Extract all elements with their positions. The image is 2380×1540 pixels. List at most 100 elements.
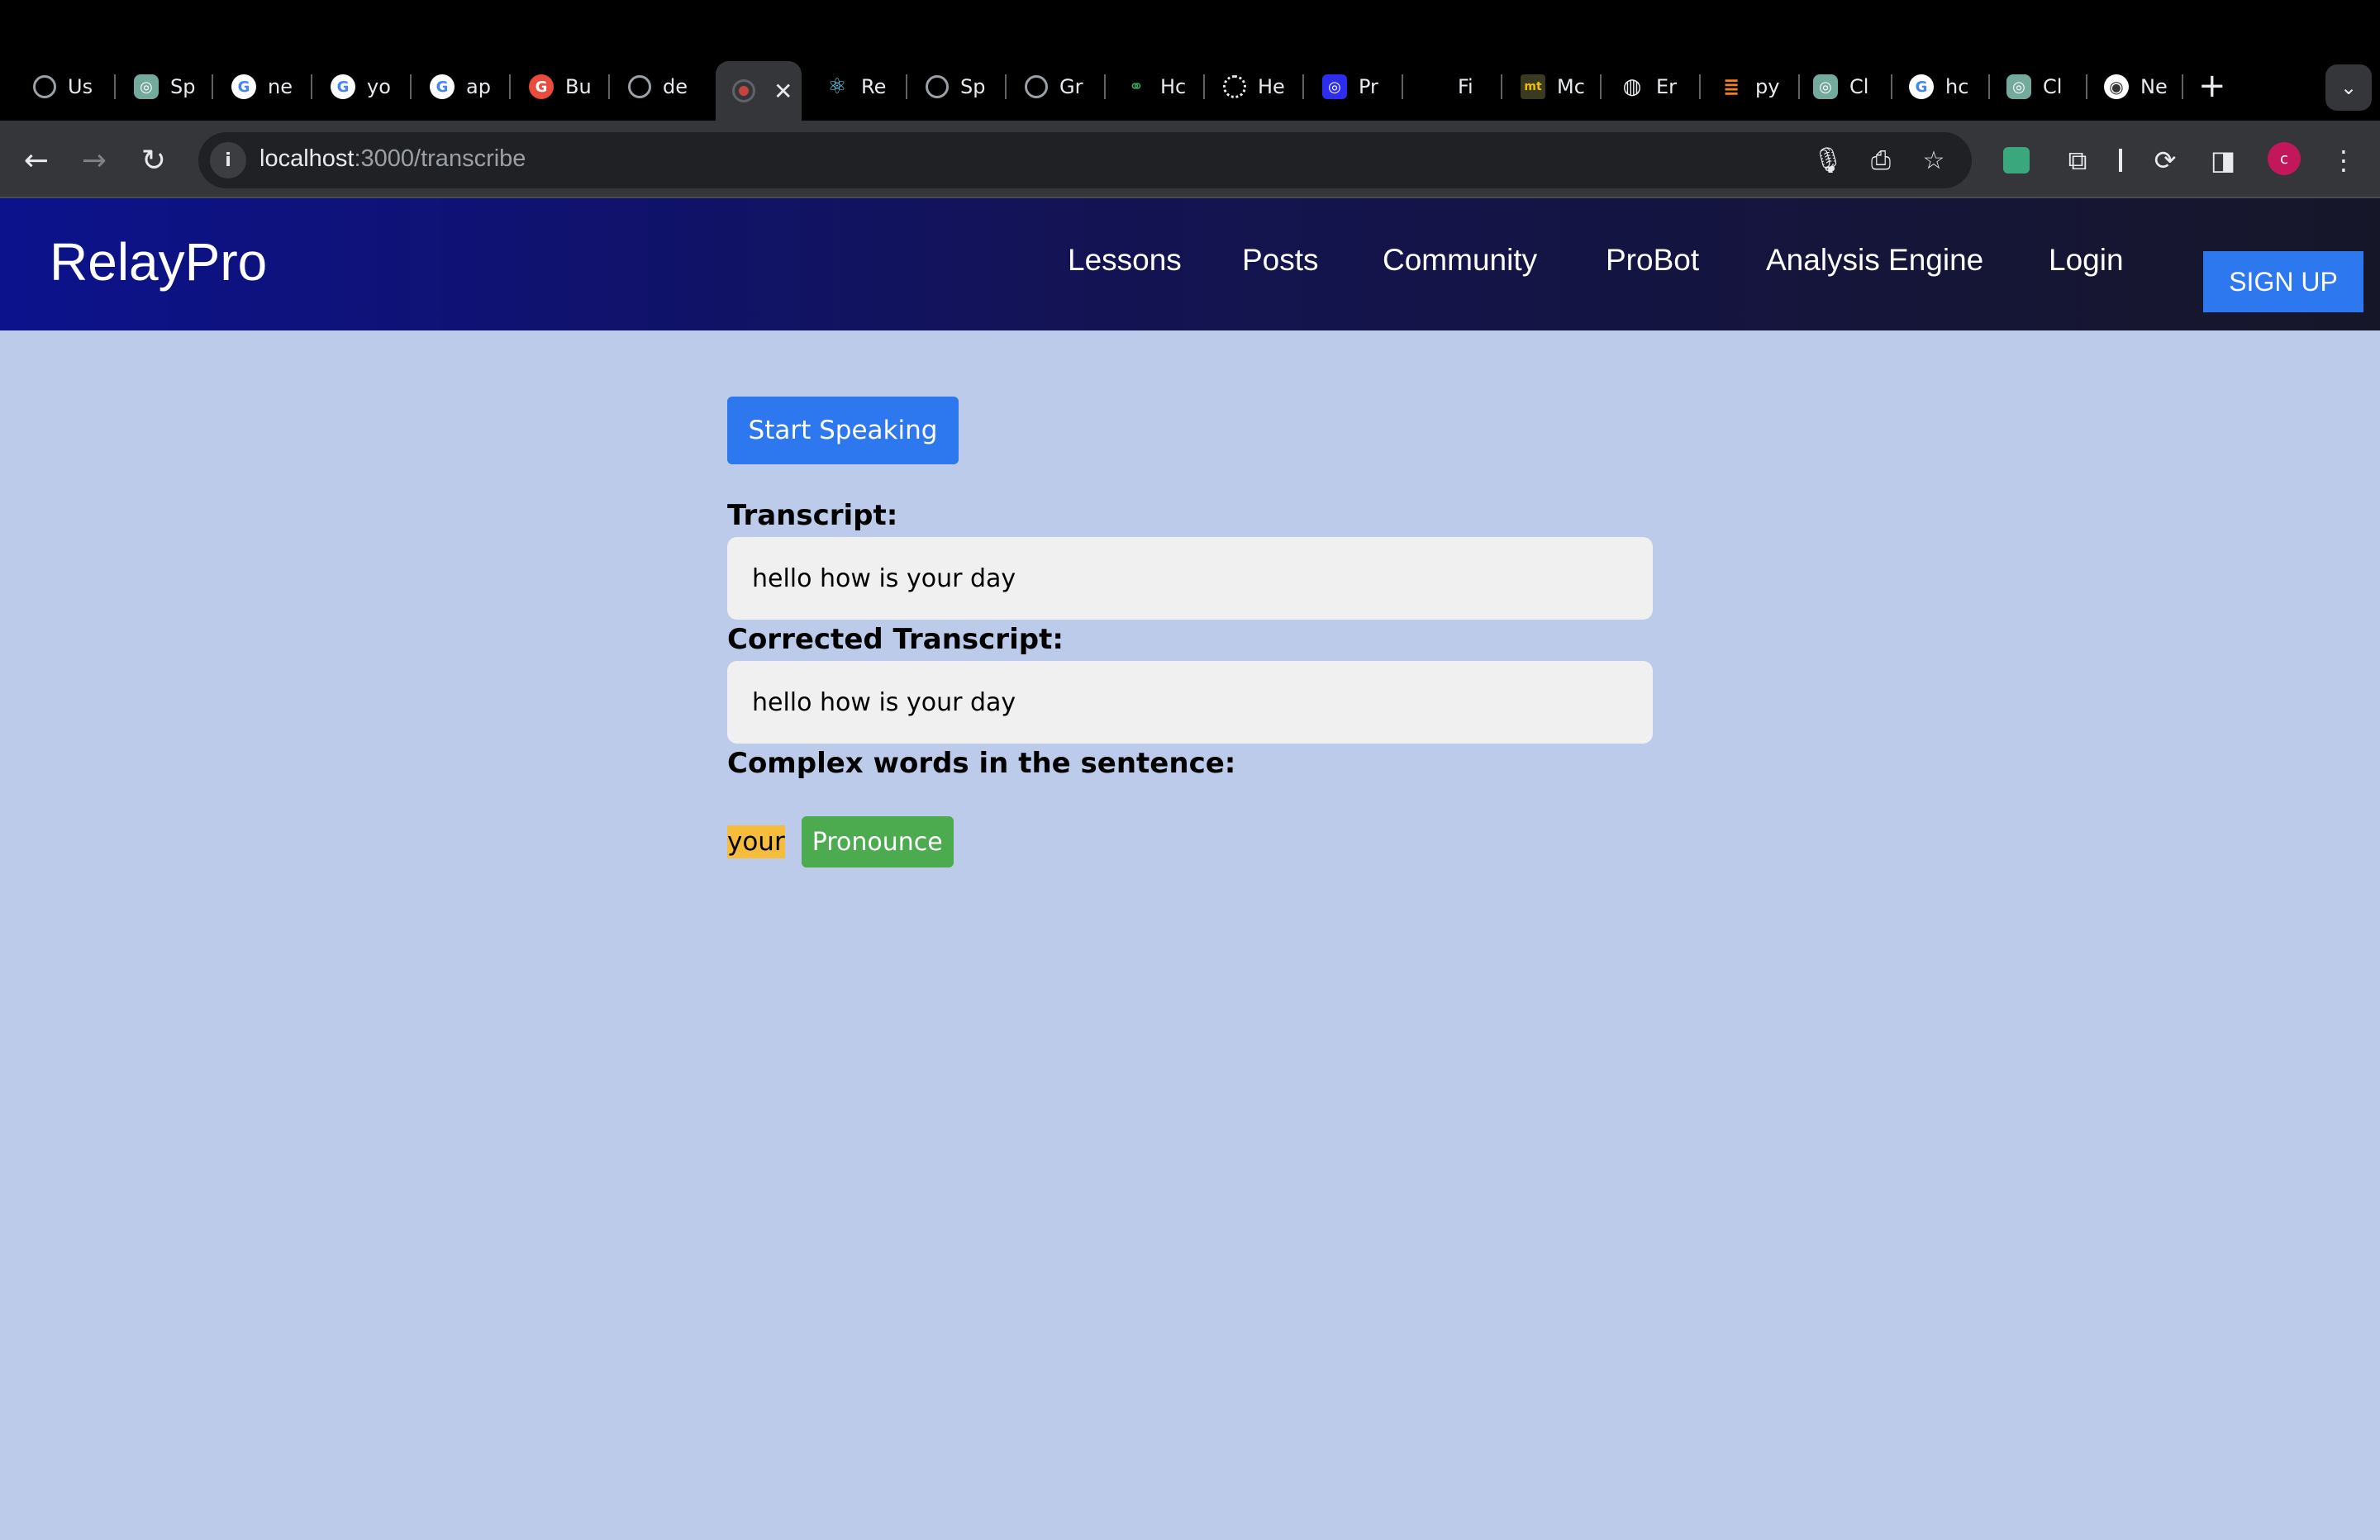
nav-posts[interactable]: Posts [1242,243,1319,278]
stackoverflow-icon: ≣ [1722,75,1740,98]
sign-up-button[interactable]: SIGN UP [2203,251,2363,312]
nav-lessons[interactable]: Lessons [1068,243,1182,278]
tab-divider [1501,74,1502,99]
tab-divider [1891,74,1892,99]
browser-tab[interactable]: He [1223,66,1286,107]
chatgpt-extension-icon[interactable] [1997,140,2036,180]
microphone-icon[interactable]: 🎙 [1811,144,1844,177]
tab-divider [2182,74,2183,99]
avatar[interactable]: c [2268,142,2301,175]
new-tab-button[interactable]: + [2198,68,2226,104]
google-icon: G [231,74,256,99]
pronounce-button[interactable]: Pronounce [801,816,954,867]
tab-divider [212,74,213,99]
mt-icon: mt [1521,74,1545,99]
more-menu-icon[interactable]: ⋮ [2324,140,2363,180]
address-bar[interactable]: i localhost:3000/transcribe 🎙 ⎙ ☆ [198,132,1972,188]
chatgpt-icon [1025,75,1048,98]
back-arrow-icon[interactable]: ← [17,140,56,180]
tab-divider [2086,74,2087,99]
browser-tab[interactable]: ◍ Er [1620,66,1684,107]
tab-label: Re [861,75,887,98]
link-icon: ⚭ [1128,76,1145,97]
browser-tab[interactable]: G Bu [529,66,593,107]
browser-tab[interactable]: G ap [430,66,494,107]
browser-tab[interactable]: Sp [926,66,988,107]
browser-tab[interactable]: G yo [331,66,395,107]
chatgpt-icon [628,75,651,98]
tab-divider [1104,74,1106,99]
browser-tab[interactable]: Us [33,66,96,107]
chatgpt-icon: ◎ [2006,74,2031,99]
recording-icon [732,79,755,102]
browser-tab[interactable]: ◎ Cl [2006,66,2071,107]
tab-label: Us [68,75,93,98]
browser-tab-strip: Us ◎ Sp G ne G yo G ap G Bu de ✕ ⚛ Re Sp [0,0,2380,121]
tab-divider [1988,74,1990,99]
browser-tab[interactable]: Gr [1025,66,1088,107]
react-icon: ⚛ [827,74,847,99]
forward-arrow-icon[interactable]: → [74,140,114,180]
performance-icon[interactable]: ⟳ [2145,140,2185,180]
tab-divider [410,74,412,99]
browser-tab[interactable]: G hc [1909,66,1973,107]
url-host: localhost [259,145,355,172]
browser-tab[interactable]: Fi [1421,66,1486,107]
browser-tab[interactable]: ≣ py [1719,66,1783,107]
bookmark-star-icon[interactable]: ☆ [1917,144,1950,177]
grammarly-icon: G [529,74,554,99]
tab-divider [1798,74,1800,99]
tab-label: ne [268,75,293,98]
tab-label: Pr [1359,75,1378,98]
site-info-icon[interactable]: i [210,142,246,178]
nav-community[interactable]: Community [1383,243,1537,278]
browser-tab[interactable]: ◎ Cl [1813,66,1878,107]
start-speaking-button[interactable]: Start Speaking [727,397,959,464]
chatgpt-icon [926,75,949,98]
brand-logo[interactable]: RelayPro [50,231,267,292]
browser-tab[interactable]: ◎ Sp [134,66,198,107]
url-text[interactable]: localhost:3000/transcribe [259,145,526,173]
chrome-icon: ◉ [2104,74,2129,99]
corrected-transcript-box: hello how is your day [727,661,1653,744]
browser-tab[interactable]: mt Mc [1521,66,1585,107]
tab-label: de [663,75,688,98]
tab-divider [114,74,116,99]
tab-label: Mc [1557,75,1585,98]
chatgpt-icon [33,75,56,98]
openai-icon: ◎ [1322,74,1347,99]
extensions-puzzle-icon[interactable]: ⧉ [2058,140,2097,180]
tab-divider [906,74,907,99]
nav-analysis-engine[interactable]: Analysis Engine [1766,243,1983,278]
tab-divider [1005,74,1007,99]
tab-label: py [1755,75,1780,98]
browser-tab[interactable]: de [628,66,691,107]
toolbar-divider [2119,149,2122,172]
tab-label: Hc [1160,75,1187,98]
browser-tab[interactable]: ⚛ Re [825,66,889,107]
browser-tab[interactable]: ◎ Pr [1322,66,1387,107]
reload-icon[interactable]: ↻ [134,140,174,180]
corrected-transcript-label: Corrected Transcript: [727,623,1064,656]
chevron-down-icon[interactable]: ⌄ [2325,64,2372,111]
loading-icon [1223,75,1246,98]
transcript-label: Transcript: [727,499,898,532]
app-navbar: RelayPro Lessons Posts Community ProBot … [0,198,2380,330]
globe-icon: ◍ [1622,74,1642,99]
nav-probot[interactable]: ProBot [1606,243,1699,278]
install-app-icon[interactable]: ⎙ [1864,144,1897,177]
tab-label: hc [1945,75,1969,98]
tab-label: Bu [565,75,592,98]
side-panel-icon[interactable]: ◨ [2203,140,2243,180]
google-icon: G [331,74,355,99]
browser-tab[interactable]: G ne [231,66,296,107]
nav-login[interactable]: Login [2049,243,2124,278]
browser-tab[interactable]: ⚭ Hc [1124,66,1188,107]
blank-icon [1421,74,1446,99]
browser-tab[interactable]: ◉ Ne [2104,66,2168,107]
tab-label: Cl [1849,75,1869,98]
browser-tab-active[interactable]: ✕ [716,61,802,121]
tab-divider [1600,74,1602,99]
close-icon[interactable]: ✕ [774,78,793,105]
chatgpt-icon: ◎ [1813,74,1838,99]
